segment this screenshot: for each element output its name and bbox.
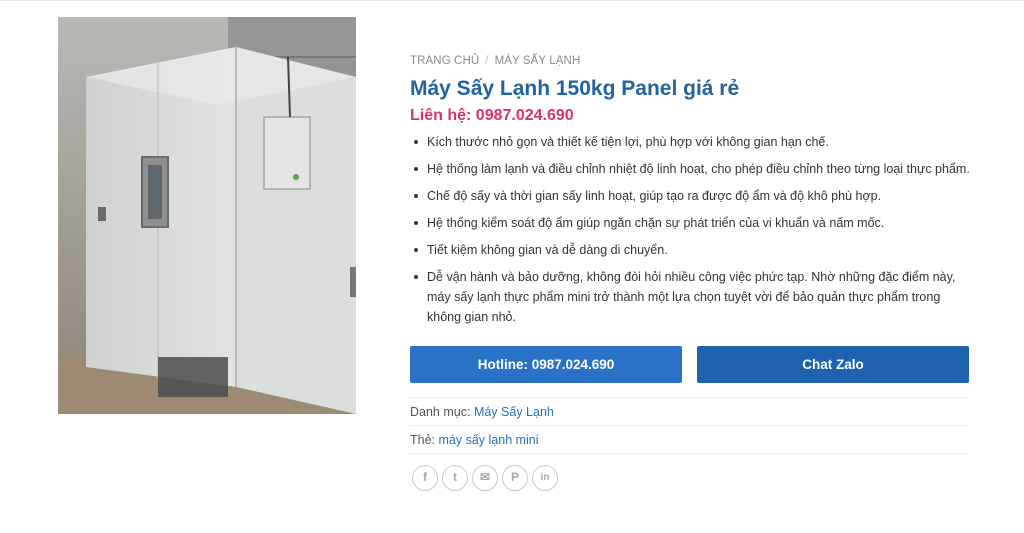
product-price: Liên hệ: 0987.024.690: [410, 106, 970, 126]
tag-meta: Thẻ: máy sấy lạnh mini: [410, 431, 539, 449]
breadcrumb-category[interactable]: MÁY SẤY LẠNH: [495, 55, 581, 67]
feature-item: Dễ vận hành và bảo dưỡng, không đòi hỏi …: [410, 267, 970, 327]
breadcrumb-separator: /: [485, 55, 489, 67]
category-label: Danh mục:: [410, 405, 471, 419]
meta-divider-middle: [410, 425, 970, 426]
feature-item: Tiết kiệm không gian và dễ dàng di chuyể…: [410, 240, 970, 260]
linkedin-icon[interactable]: in: [532, 465, 558, 491]
product-photo: [58, 17, 356, 414]
price-label: Liên hệ:: [410, 107, 472, 124]
category-meta: Danh mục: Máy Sấy Lạnh: [410, 403, 554, 421]
feature-item: Hệ thống kiểm soát độ ẩm giúp ngăn chặn …: [410, 213, 970, 233]
feature-item: Hệ thống làm lạnh và điều chỉnh nhiệt độ…: [410, 159, 970, 179]
chat-zalo-button[interactable]: Chat Zalo: [697, 346, 969, 383]
product-summary: TRANG CHỦ / MÁY SẤY LẠNH Máy Sấy Lạnh 150k…: [410, 53, 970, 491]
tag-link[interactable]: máy sấy lạnh mini: [439, 433, 539, 447]
hotline-button[interactable]: Hotline: 0987.024.690: [410, 346, 682, 383]
email-icon[interactable]: ✉: [472, 465, 498, 491]
breadcrumb: TRANG CHỦ / MÁY SẤY LẠNH: [410, 53, 970, 69]
product-title: Máy Sấy Lạnh 150kg Panel giá rẻ: [410, 77, 740, 100]
feature-item: Chế độ sấy và thời gian sấy linh hoạt, g…: [410, 186, 970, 206]
cta-buttons: Hotline: 0987.024.690 Chat Zalo: [410, 346, 970, 383]
product-image[interactable]: [58, 17, 356, 414]
price-phone: 0987.024.690: [475, 107, 574, 124]
feature-item: Kích thước nhỏ gọn và thiết kế tiện lợi,…: [410, 132, 970, 152]
header-divider: [0, 0, 1024, 1]
facebook-icon[interactable]: f: [412, 465, 438, 491]
meta-divider-top: [410, 397, 970, 398]
tag-label: Thẻ:: [410, 433, 436, 447]
breadcrumb-home[interactable]: TRANG CHỦ: [410, 55, 479, 67]
feature-list: Kích thước nhỏ gọn và thiết kế tiện lợi,…: [410, 132, 970, 327]
pinterest-icon[interactable]: P: [502, 465, 528, 491]
meta-divider-bottom: [410, 453, 970, 454]
twitter-icon[interactable]: t: [442, 465, 468, 491]
category-link[interactable]: Máy Sấy Lạnh: [474, 405, 554, 419]
